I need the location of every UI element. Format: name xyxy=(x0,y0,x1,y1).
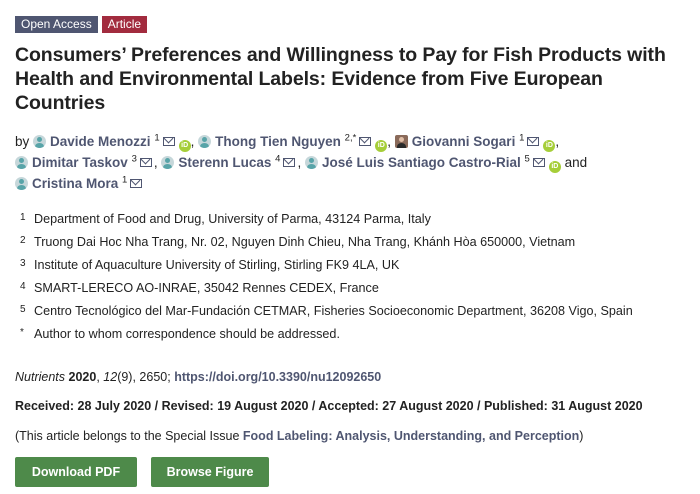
envelope-icon[interactable] xyxy=(359,137,372,146)
author-affiliation-sup: 1 xyxy=(154,132,160,144)
envelope-icon[interactable] xyxy=(283,158,296,167)
envelope-icon[interactable] xyxy=(532,158,545,167)
author-name[interactable]: José Luis Santiago Castro-Rial xyxy=(322,155,521,170)
special-issue-prefix: (This article belongs to the Special Iss… xyxy=(15,429,243,443)
special-issue-link[interactable]: Food Labeling: Analysis, Understanding, … xyxy=(243,429,579,443)
affiliation-text: Centro Tecnológico del Mar-Fundación CET… xyxy=(34,304,633,318)
orcid-icon[interactable]: iD xyxy=(548,161,561,173)
person-icon xyxy=(198,135,212,148)
affiliation-number: 1 xyxy=(20,212,26,223)
author-affiliation-sup: 4 xyxy=(275,153,281,165)
journal-name: Nutrients xyxy=(15,370,66,384)
affiliation-list: 1 Department of Food and Drug, University… xyxy=(20,211,695,349)
person-icon xyxy=(304,156,318,169)
envelope-icon[interactable] xyxy=(139,158,152,167)
publication-dates: Received: 28 July 2020 / Revised: 19 Aug… xyxy=(15,399,643,413)
author-davide-menozzi[interactable]: Davide Menozzi 1iD, xyxy=(33,132,198,152)
special-issue-suffix: ) xyxy=(579,429,584,443)
affiliation-text: Truong Dai Hoc Nha Trang, Nr. 02, Nguyen… xyxy=(34,235,576,249)
person-icon xyxy=(161,156,175,169)
citation-year: 2020 xyxy=(68,370,97,384)
author-name[interactable]: Sterenn Lucas xyxy=(178,155,271,170)
author-affiliation-sup: 2,* xyxy=(344,132,357,144)
orcid-icon[interactable]: iD xyxy=(178,140,191,152)
affiliation-number: 4 xyxy=(20,281,26,292)
affiliation-text: Department of Food and Drug, University … xyxy=(34,212,431,226)
affiliation-text: Institute of Aquaculture University of S… xyxy=(34,258,400,272)
citation-volume: 12 xyxy=(103,370,118,384)
author-name[interactable]: Thong Tien Nguyen xyxy=(215,134,341,149)
orcid-icon[interactable]: iD xyxy=(543,140,556,152)
envelope-icon[interactable] xyxy=(527,137,540,146)
author-name[interactable]: Davide Menozzi xyxy=(50,134,151,149)
open-access-badge: Open Access xyxy=(15,16,98,33)
affiliation-text: SMART-LERECO AO-INRAE, 35042 Rennes CEDE… xyxy=(34,281,379,295)
person-icon xyxy=(33,135,47,148)
article-badges: Open Access Article xyxy=(15,16,148,33)
author-list: by Davide Menozzi 1iD, Thong Tien Nguyen… xyxy=(15,131,695,194)
affiliation-number: * xyxy=(20,327,24,338)
affiliation-item: 5 Centro Tecnológico del Mar-Fundación CE… xyxy=(20,303,695,326)
affiliation-item: 2 Truong Dai Hoc Nha Trang, Nr. 02, Nguye… xyxy=(20,234,695,257)
person-icon xyxy=(15,156,28,169)
affiliation-item: 4 SMART-LERECO AO-INRAE, 35042 Rennes CED… xyxy=(20,280,695,303)
affiliation-item: 3 Institute of Aquaculture University of … xyxy=(20,257,695,280)
article-title: Consumers’ Preferences and Willingness t… xyxy=(15,44,666,114)
author-photo-icon xyxy=(394,135,408,148)
author-name[interactable]: Giovanni Sogari xyxy=(412,134,516,149)
citation-line: Nutrients 2020, 12(9), 2650; https://doi… xyxy=(15,370,382,384)
affiliation-number: 2 xyxy=(20,235,26,246)
citation-issue: (9) xyxy=(117,370,133,384)
by-label: by xyxy=(15,134,30,149)
article-type-badge: Article xyxy=(101,16,148,33)
affiliation-text: Author to whom correspondence should be … xyxy=(34,327,340,341)
author-cristina-mora[interactable]: Cristina Mora 1 xyxy=(15,174,144,191)
doi-link[interactable]: https://doi.org/10.3390/nu12092650 xyxy=(174,370,381,384)
author-affiliation-sup: 5 xyxy=(524,153,530,165)
affiliation-item: * Author to whom correspondence should be… xyxy=(20,326,695,349)
author-affiliation-sup: 1 xyxy=(519,132,525,144)
author-thong-tien-nguyen[interactable]: Thong Tien Nguyen 2,*iD, xyxy=(198,132,395,152)
and-label: and xyxy=(564,155,588,170)
affiliation-number: 5 xyxy=(20,304,26,315)
affiliation-item: 1 Department of Food and Drug, University… xyxy=(20,211,695,234)
author-name[interactable]: Cristina Mora xyxy=(32,176,118,191)
author-giovanni-sogari[interactable]: Giovanni Sogari 1iD, xyxy=(394,132,559,152)
person-icon xyxy=(15,177,28,190)
citation-pages: , 2650; xyxy=(132,370,171,384)
download-pdf-button[interactable]: Download PDF xyxy=(15,457,137,487)
author-name[interactable]: Dimitar Taskov xyxy=(32,155,128,170)
author-jose-luis-santiago-castro-rial[interactable]: José Luis Santiago Castro-Rial 5 iD xyxy=(304,153,565,173)
special-issue-note: (This article belongs to the Special Iss… xyxy=(15,429,583,443)
envelope-icon[interactable] xyxy=(130,179,143,188)
author-sterenn-lucas[interactable]: Sterenn Lucas 4, xyxy=(161,153,305,170)
affiliation-number: 3 xyxy=(20,258,26,269)
orcid-icon[interactable]: iD xyxy=(375,140,388,152)
author-affiliation-sup: 1 xyxy=(122,174,128,186)
author-dimitar-taskov[interactable]: Dimitar Taskov 3, xyxy=(15,153,161,170)
author-affiliation-sup: 3 xyxy=(131,153,137,165)
browse-figure-button[interactable]: Browse Figure xyxy=(151,457,269,487)
envelope-icon[interactable] xyxy=(162,137,175,146)
